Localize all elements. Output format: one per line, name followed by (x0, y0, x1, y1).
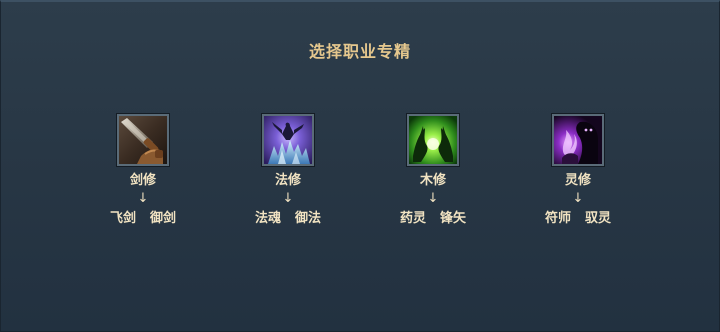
spec-option[interactable]: 药灵 (400, 210, 426, 228)
down-arrow-icon: ↓ (572, 191, 584, 206)
class-name: 木修 (419, 173, 446, 188)
spec-options: 飞剑 御剑 (73, 210, 213, 228)
class-card-sword[interactable]: 剑修 ↓ 飞剑 御剑 (73, 114, 213, 228)
down-arrow-icon: ↓ (427, 191, 439, 206)
spec-option[interactable]: 御剑 (150, 210, 176, 228)
spec-options: 药灵 锋矢 (363, 210, 503, 228)
ice-mage-icon[interactable] (262, 114, 314, 166)
class-name: 法修 (274, 173, 301, 188)
class-card-spirit[interactable]: 灵修 ↓ 符师 驭灵 (508, 114, 648, 228)
spec-option[interactable]: 锋矢 (440, 210, 466, 228)
down-arrow-icon: ↓ (137, 191, 149, 206)
spec-option[interactable]: 御法 (295, 210, 321, 228)
down-arrow-icon: ↓ (282, 191, 294, 206)
shadow-spirit-icon[interactable] (552, 114, 604, 166)
spec-option[interactable]: 飞剑 (110, 210, 136, 228)
class-card-mage[interactable]: 法修 ↓ 法魂 御法 (218, 114, 358, 228)
spec-options: 法魂 御法 (218, 210, 358, 228)
spec-selection-panel: 选择职业专精 剑修 ↓ 飞剑 御剑 法修 ↓ 法魂 御法 木修 ↓ 药灵 锋矢 … (0, 0, 720, 332)
spec-option[interactable]: 法魂 (255, 210, 281, 228)
spec-option[interactable]: 驭灵 (585, 210, 611, 228)
spec-option[interactable]: 符师 (545, 210, 571, 228)
class-list: 剑修 ↓ 飞剑 御剑 法修 ↓ 法魂 御法 木修 ↓ 药灵 锋矢 灵修 ↓ 符师… (1, 114, 719, 244)
spec-options: 符师 驭灵 (508, 210, 648, 228)
class-name: 灵修 (564, 173, 591, 188)
panel-title: 选择职业专精 (308, 42, 411, 61)
class-card-wood[interactable]: 木修 ↓ 药灵 锋矢 (363, 114, 503, 228)
sword-icon[interactable] (117, 114, 169, 166)
class-name: 剑修 (129, 173, 156, 188)
nature-hands-icon[interactable] (407, 114, 459, 166)
